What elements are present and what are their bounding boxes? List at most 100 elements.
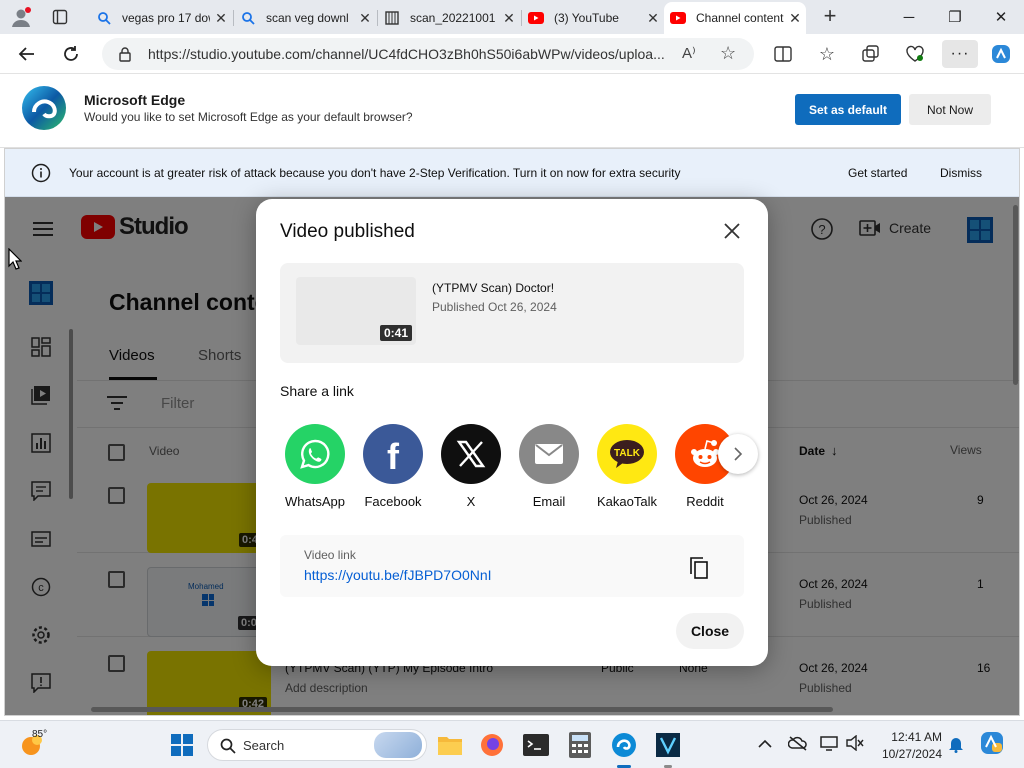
copy-link-button[interactable]	[686, 555, 712, 581]
tab-actions-icon[interactable]	[52, 9, 68, 25]
share-whatsapp-label: WhatsApp	[285, 494, 345, 509]
close-window-icon[interactable]: ✕	[978, 0, 1024, 34]
file-explorer-icon[interactable]	[434, 729, 466, 761]
get-started-link[interactable]: Get started	[848, 166, 907, 180]
browser-essentials-icon[interactable]	[900, 40, 930, 68]
facebook-icon: f	[363, 424, 423, 484]
close-tab-icon[interactable]: ✕	[210, 10, 232, 27]
duration-badge: 0:41	[379, 325, 412, 341]
email-icon	[519, 424, 579, 484]
document-icon	[384, 10, 400, 26]
edge-logo-icon	[20, 84, 68, 132]
back-button[interactable]	[12, 40, 42, 68]
weather-temp[interactable]: 85°	[32, 729, 47, 740]
search-highlight-icon	[374, 732, 422, 758]
clock-time[interactable]: 12:41 AM	[886, 730, 942, 744]
share-next-button[interactable]	[718, 434, 758, 474]
new-tab-button[interactable]: +	[818, 5, 842, 29]
lock-icon[interactable]	[118, 46, 132, 65]
search-icon	[240, 10, 256, 26]
minimize-icon[interactable]: ─	[886, 0, 932, 34]
profile-icon[interactable]	[10, 6, 32, 28]
video-card: 0:41 (YTPMV Scan) Doctor! Published Oct …	[280, 263, 744, 363]
tab-vegas-search[interactable]: vegas pro 17 dow ✕	[90, 4, 232, 32]
dialog-close-button[interactable]	[718, 217, 746, 245]
info-icon	[31, 163, 51, 186]
close-tab-icon[interactable]: ✕	[784, 10, 806, 27]
firefox-icon[interactable]	[476, 729, 508, 761]
url-field[interactable]: https://studio.youtube.com/channel/UC4fd…	[102, 38, 754, 70]
video-thumbnail[interactable]: 0:41	[296, 277, 416, 345]
share-email-label: Email	[532, 494, 566, 509]
favorite-star-icon[interactable]: ☆	[720, 43, 736, 64]
tab-scan-file[interactable]: scan_20221001 ✕	[378, 4, 520, 32]
volume-muted-icon[interactable]	[846, 734, 864, 754]
split-screen-icon[interactable]	[768, 40, 798, 68]
tab-strip: vegas pro 17 dow ✕ scan veg downl ✕ scan…	[0, 0, 1024, 34]
calculator-icon[interactable]	[564, 729, 596, 761]
notification-bell-icon[interactable]	[948, 735, 964, 756]
svg-text:TALK: TALK	[614, 448, 641, 459]
x-logo-icon	[441, 424, 501, 484]
terminal-icon[interactable]	[520, 729, 552, 761]
tab-title: Channel content	[696, 11, 784, 25]
copy-icon	[690, 557, 708, 579]
close-button[interactable]: Close	[676, 613, 744, 649]
address-bar: https://studio.youtube.com/channel/UC4fd…	[0, 34, 1024, 74]
refresh-button[interactable]	[56, 40, 86, 68]
kakaotalk-icon: TALK	[597, 424, 657, 484]
windows-taskbar: 85° Search 12:41 AM 10/27/2024	[0, 720, 1024, 768]
tab-title: (3) YouTube	[554, 11, 619, 25]
share-kakaotalk[interactable]: TALK KakaoTalk	[591, 424, 663, 509]
share-whatsapp[interactable]: WhatsApp	[279, 424, 351, 509]
video-title: (YTPMV Scan) Doctor!	[432, 281, 555, 295]
security-banner: Your account is at greater risk of attac…	[5, 149, 1019, 197]
vegas-icon[interactable]	[652, 729, 684, 761]
clock-date[interactable]: 10/27/2024	[876, 747, 942, 761]
taskbar-search-text: Search	[243, 738, 285, 753]
default-browser-prompt: Microsoft Edge Would you like to set Mic…	[0, 74, 1024, 148]
share-x[interactable]: X	[435, 424, 507, 509]
video-published-date: Published Oct 26, 2024	[432, 300, 557, 314]
youtube-studio-icon	[670, 10, 686, 26]
close-tab-icon[interactable]: ✕	[498, 10, 520, 27]
onedrive-icon[interactable]	[787, 735, 808, 754]
tab-title: scan veg downl	[266, 11, 349, 25]
share-kakaotalk-label: KakaoTalk	[597, 494, 657, 509]
copilot-icon[interactable]	[986, 40, 1016, 68]
not-now-button[interactable]: Not Now	[909, 94, 991, 125]
chevron-up-icon[interactable]	[758, 737, 772, 752]
restore-icon[interactable]: ❐	[932, 0, 978, 34]
search-icon	[96, 10, 112, 26]
read-aloud-icon[interactable]: A⁾	[682, 44, 696, 62]
start-button[interactable]	[166, 729, 198, 761]
edge-taskbar-icon[interactable]	[608, 729, 640, 761]
share-facebook-label: Facebook	[364, 494, 422, 509]
close-tab-icon[interactable]: ✕	[354, 10, 376, 27]
chevron-right-icon	[734, 447, 743, 461]
refresh-icon	[64, 46, 78, 61]
taskbar-search-box[interactable]: Search	[207, 729, 427, 761]
set-as-default-button[interactable]: Set as default	[795, 94, 901, 125]
video-link-label: Video link	[304, 548, 356, 562]
network-icon[interactable]	[820, 735, 838, 754]
close-tab-icon[interactable]: ✕	[642, 10, 664, 27]
copilot-taskbar-icon[interactable]	[980, 731, 1004, 758]
tab-youtube[interactable]: (3) YouTube ✕	[522, 4, 664, 32]
url-text: https://studio.youtube.com/channel/UC4fd…	[148, 46, 665, 62]
dismiss-link[interactable]: Dismiss	[940, 166, 982, 180]
tab-scan-search[interactable]: scan veg downl ✕	[234, 4, 376, 32]
youtube-icon	[528, 10, 544, 26]
mouse-cursor-icon	[8, 247, 23, 273]
share-reddit-label: Reddit	[686, 494, 724, 509]
share-x-label: X	[466, 494, 476, 509]
video-link-url[interactable]: https://youtu.be/fJBPD7O0NnI	[304, 567, 492, 583]
share-email[interactable]: Email	[513, 424, 585, 509]
prompt-title: Microsoft Edge	[84, 92, 186, 108]
favorites-icon[interactable]: ☆	[812, 40, 842, 68]
tab-channel-content[interactable]: Channel content ✕	[664, 2, 806, 34]
collections-icon[interactable]	[856, 40, 886, 68]
share-facebook[interactable]: f Facebook	[357, 424, 429, 509]
dialog-title: Video published	[280, 221, 415, 242]
settings-more-icon[interactable]: ···	[942, 40, 978, 68]
